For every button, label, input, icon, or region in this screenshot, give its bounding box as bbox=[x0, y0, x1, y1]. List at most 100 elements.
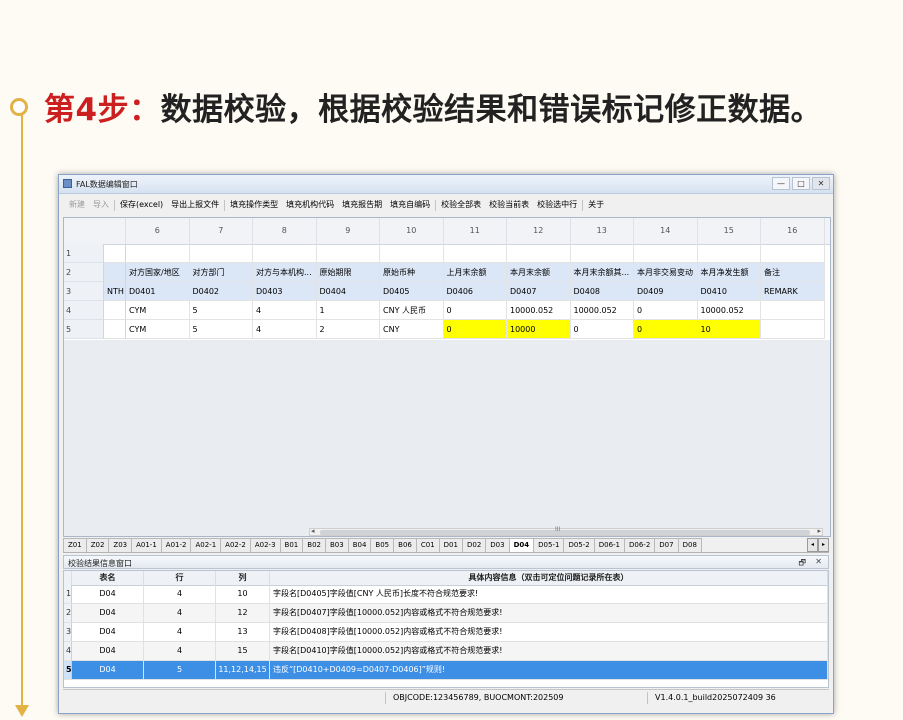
grid-cell[interactable]: D0406 bbox=[443, 282, 507, 301]
column-header[interactable]: 14 bbox=[634, 218, 698, 244]
grid-cell[interactable]: 10000.052 bbox=[507, 301, 571, 320]
grid-cell[interactable] bbox=[634, 244, 698, 263]
results-column-header[interactable]: 列 bbox=[216, 571, 270, 585]
grid-cell[interactable]: D0409 bbox=[634, 282, 698, 301]
menu-item[interactable]: 校验当前表 bbox=[485, 198, 533, 212]
sheet-tab[interactable]: A02-3 bbox=[249, 538, 281, 552]
sheet-tab[interactable]: D08 bbox=[677, 538, 702, 552]
grid-cell[interactable]: 原始币种 bbox=[380, 263, 444, 282]
menu-item[interactable]: 导入 bbox=[89, 198, 113, 212]
float-panel-icon[interactable]: 🗗 bbox=[798, 557, 806, 571]
results-row[interactable]: 3 D04 4 13 字段名[D0408]字段值[10000.052]内容或格式不符合规… bbox=[64, 623, 828, 642]
menu-item[interactable]: 校验选中行 bbox=[533, 198, 581, 212]
grid-cell[interactable]: 对方国家/地区 bbox=[126, 263, 190, 282]
grid-cell[interactable] bbox=[104, 320, 126, 339]
tab-prev-icon[interactable]: ◂ bbox=[807, 538, 818, 552]
column-header[interactable]: 8 bbox=[253, 218, 317, 244]
grid-cell[interactable]: D0410 bbox=[697, 282, 761, 301]
sheet-tab[interactable]: D03 bbox=[485, 538, 510, 552]
grid-cell[interactable] bbox=[104, 244, 126, 263]
grid-cell[interactable]: D0401 bbox=[126, 282, 190, 301]
grid-cell[interactable]: CYM bbox=[126, 301, 190, 320]
row-header[interactable]: 1 bbox=[64, 244, 104, 263]
row-header[interactable]: 5 bbox=[64, 320, 104, 339]
grid-cell[interactable]: CYM bbox=[126, 320, 190, 339]
menu-item[interactable]: 填充自编码 bbox=[386, 198, 434, 212]
sheet-tab[interactable]: A01-2 bbox=[160, 538, 192, 552]
menu-item[interactable]: 新建 bbox=[65, 198, 89, 212]
grid-cell[interactable]: 2 bbox=[316, 320, 380, 339]
grid-cell[interactable] bbox=[253, 244, 317, 263]
grid-cell[interactable]: 5 bbox=[189, 320, 253, 339]
sheet-tab[interactable]: A02-1 bbox=[190, 538, 222, 552]
sheet-tab[interactable]: D07 bbox=[654, 538, 679, 552]
grid-cell[interactable]: 备注 bbox=[761, 263, 825, 282]
grid-cell[interactable] bbox=[316, 244, 380, 263]
grid-cell[interactable] bbox=[761, 320, 825, 339]
grid-cell[interactable] bbox=[443, 244, 507, 263]
grid-cell[interactable]: 原始期限 bbox=[316, 263, 380, 282]
grid-cell[interactable]: D0407 bbox=[507, 282, 571, 301]
sheet-tab[interactable]: D05-1 bbox=[533, 538, 565, 552]
grid-cell[interactable]: D0403 bbox=[253, 282, 317, 301]
grid-corner[interactable] bbox=[64, 218, 126, 244]
grid-cell[interactable]: D0405 bbox=[380, 282, 444, 301]
grid-cell[interactable] bbox=[104, 301, 126, 320]
grid-cell[interactable]: 10 bbox=[697, 320, 761, 339]
scroll-right-icon[interactable]: ▸ bbox=[817, 527, 821, 535]
grid-cell[interactable] bbox=[761, 301, 825, 320]
maximize-button[interactable]: □ bbox=[792, 177, 810, 190]
grid-cell[interactable]: 10000.052 bbox=[570, 301, 634, 320]
grid-cell[interactable]: 1 bbox=[316, 301, 380, 320]
grid-cell[interactable]: 上月末余额 bbox=[443, 263, 507, 282]
grid-cell[interactable]: REMARK bbox=[761, 282, 825, 301]
grid-cell[interactable]: CNY bbox=[380, 320, 444, 339]
menu-item[interactable]: 填充机构代码 bbox=[282, 198, 338, 212]
row-header[interactable]: 2 bbox=[64, 263, 104, 282]
column-header[interactable]: 13 bbox=[571, 218, 634, 244]
results-row[interactable]: 4 D04 4 15 字段名[D0410]字段值[10000.052]内容或格式不符合规… bbox=[64, 642, 828, 661]
column-header[interactable]: 15 bbox=[698, 218, 761, 244]
sheet-tab[interactable]: Z03 bbox=[108, 538, 133, 552]
horizontal-scrollbar[interactable]: ◂ III ▸ bbox=[309, 526, 823, 536]
menu-item[interactable]: 校验全部表 bbox=[437, 198, 485, 212]
grid-cell[interactable]: 10000.052 bbox=[697, 301, 761, 320]
sheet-tab[interactable]: A01-1 bbox=[131, 538, 162, 552]
results-column-header[interactable]: 表名 bbox=[72, 571, 144, 585]
grid-cell[interactable] bbox=[126, 244, 190, 263]
grid-cell[interactable]: 0 bbox=[443, 320, 507, 339]
sheet-tab[interactable]: B01 bbox=[279, 538, 304, 552]
column-header[interactable]: 11 bbox=[444, 218, 507, 244]
column-header[interactable]: 10 bbox=[380, 218, 444, 244]
grid-cell[interactable]: 4 bbox=[253, 301, 317, 320]
results-row[interactable]: 2 D04 4 12 字段名[D0407]字段值[10000.052]内容或格式不符合规… bbox=[64, 604, 828, 623]
sheet-tab[interactable]: B03 bbox=[324, 538, 349, 552]
tab-next-icon[interactable]: ▸ bbox=[818, 538, 829, 552]
close-panel-icon[interactable]: ✕ bbox=[815, 557, 822, 566]
grid-cell[interactable] bbox=[380, 244, 444, 263]
grid-cell[interactable]: 本月非交易变动 bbox=[634, 263, 698, 282]
sheet-tab[interactable]: C01 bbox=[415, 538, 440, 552]
menu-item[interactable]: 导出上报文件 bbox=[167, 198, 223, 212]
sheet-tab[interactable]: B02 bbox=[302, 538, 326, 552]
sheet-tab[interactable]: D02 bbox=[461, 538, 487, 552]
sheet-tab[interactable]: D06-1 bbox=[593, 538, 625, 552]
grid-cell[interactable]: 本月净发生额 bbox=[697, 263, 761, 282]
sheet-tab[interactable]: D04 bbox=[508, 538, 535, 552]
grid-cell[interactable]: 0 bbox=[634, 320, 698, 339]
column-header[interactable]: 7 bbox=[190, 218, 253, 244]
results-row[interactable]: 1 D04 4 10 字段名[D0405]字段值[CNY 人民币]长度不符合规范要求! bbox=[64, 585, 828, 604]
grid-cell[interactable] bbox=[507, 244, 571, 263]
grid-cell[interactable]: 对方部门 bbox=[189, 263, 253, 282]
sheet-tab[interactable]: D06-2 bbox=[624, 538, 656, 552]
scrollbar-thumb[interactable] bbox=[320, 530, 810, 535]
grid-cell[interactable]: 本月末余额其... bbox=[570, 263, 634, 282]
grid-cell[interactable] bbox=[761, 244, 825, 263]
grid-cell[interactable]: D0408 bbox=[570, 282, 634, 301]
grid-cell[interactable]: 0 bbox=[443, 301, 507, 320]
minimize-button[interactable]: — bbox=[772, 177, 790, 190]
grid-cell[interactable]: 本月末余额 bbox=[507, 263, 571, 282]
row-header[interactable]: 3 bbox=[64, 282, 104, 301]
results-column-header[interactable]: 具体内容信息（双击可定位问题记录所在表） bbox=[270, 571, 828, 585]
grid-cell[interactable] bbox=[697, 244, 761, 263]
